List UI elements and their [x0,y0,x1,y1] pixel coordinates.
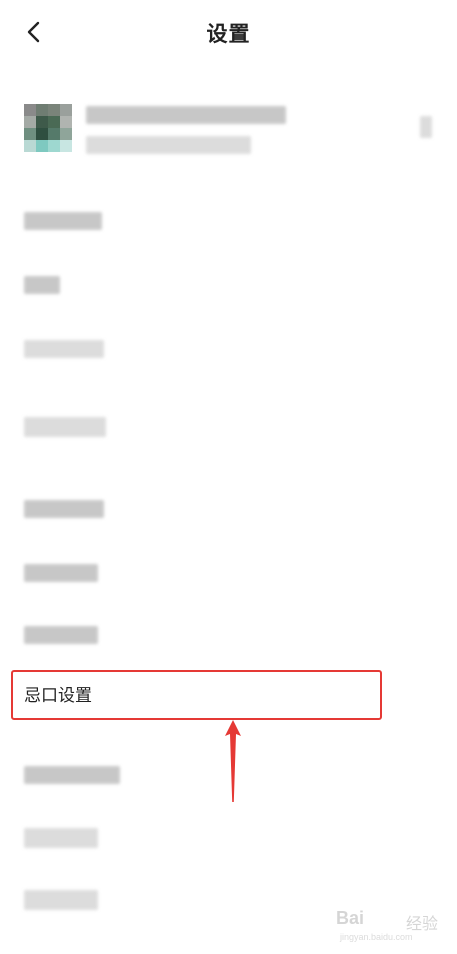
annotation-highlight-box [11,670,382,720]
watermark-text: 经验 [406,914,439,933]
settings-item-label-redacted [24,276,60,294]
settings-item[interactable] [0,200,457,240]
settings-item-label-redacted [24,340,104,358]
settings-item-label-redacted [24,626,98,644]
username-redacted [86,106,286,124]
profile-row[interactable] [0,96,457,166]
settings-item[interactable] [0,820,457,860]
settings-item[interactable] [0,552,457,592]
settings-item[interactable] [0,488,457,528]
chevron-right-icon [420,116,432,138]
settings-item-label-redacted [24,890,98,910]
settings-item-label-redacted [24,212,102,230]
watermark-logo: Bai [336,908,365,928]
watermark-url: jingyan.baidu.com [340,932,413,942]
top-bar: 设置 [0,0,457,64]
settings-item-label-redacted [24,417,106,437]
settings-item[interactable] [0,756,457,796]
settings-item[interactable] [0,614,457,654]
settings-item[interactable] [0,328,457,368]
settings-item-label-redacted [24,564,98,582]
settings-item[interactable] [0,405,457,445]
settings-item[interactable] [0,264,457,304]
settings-item-label-redacted [24,766,120,784]
user-info-redacted [86,136,251,154]
settings-item-label-redacted [24,500,104,518]
page-title: 设置 [206,22,251,46]
watermark: Bai 经验 jingyan.baidu.com [336,908,446,948]
avatar [24,104,72,152]
settings-item-label-redacted [24,828,98,848]
